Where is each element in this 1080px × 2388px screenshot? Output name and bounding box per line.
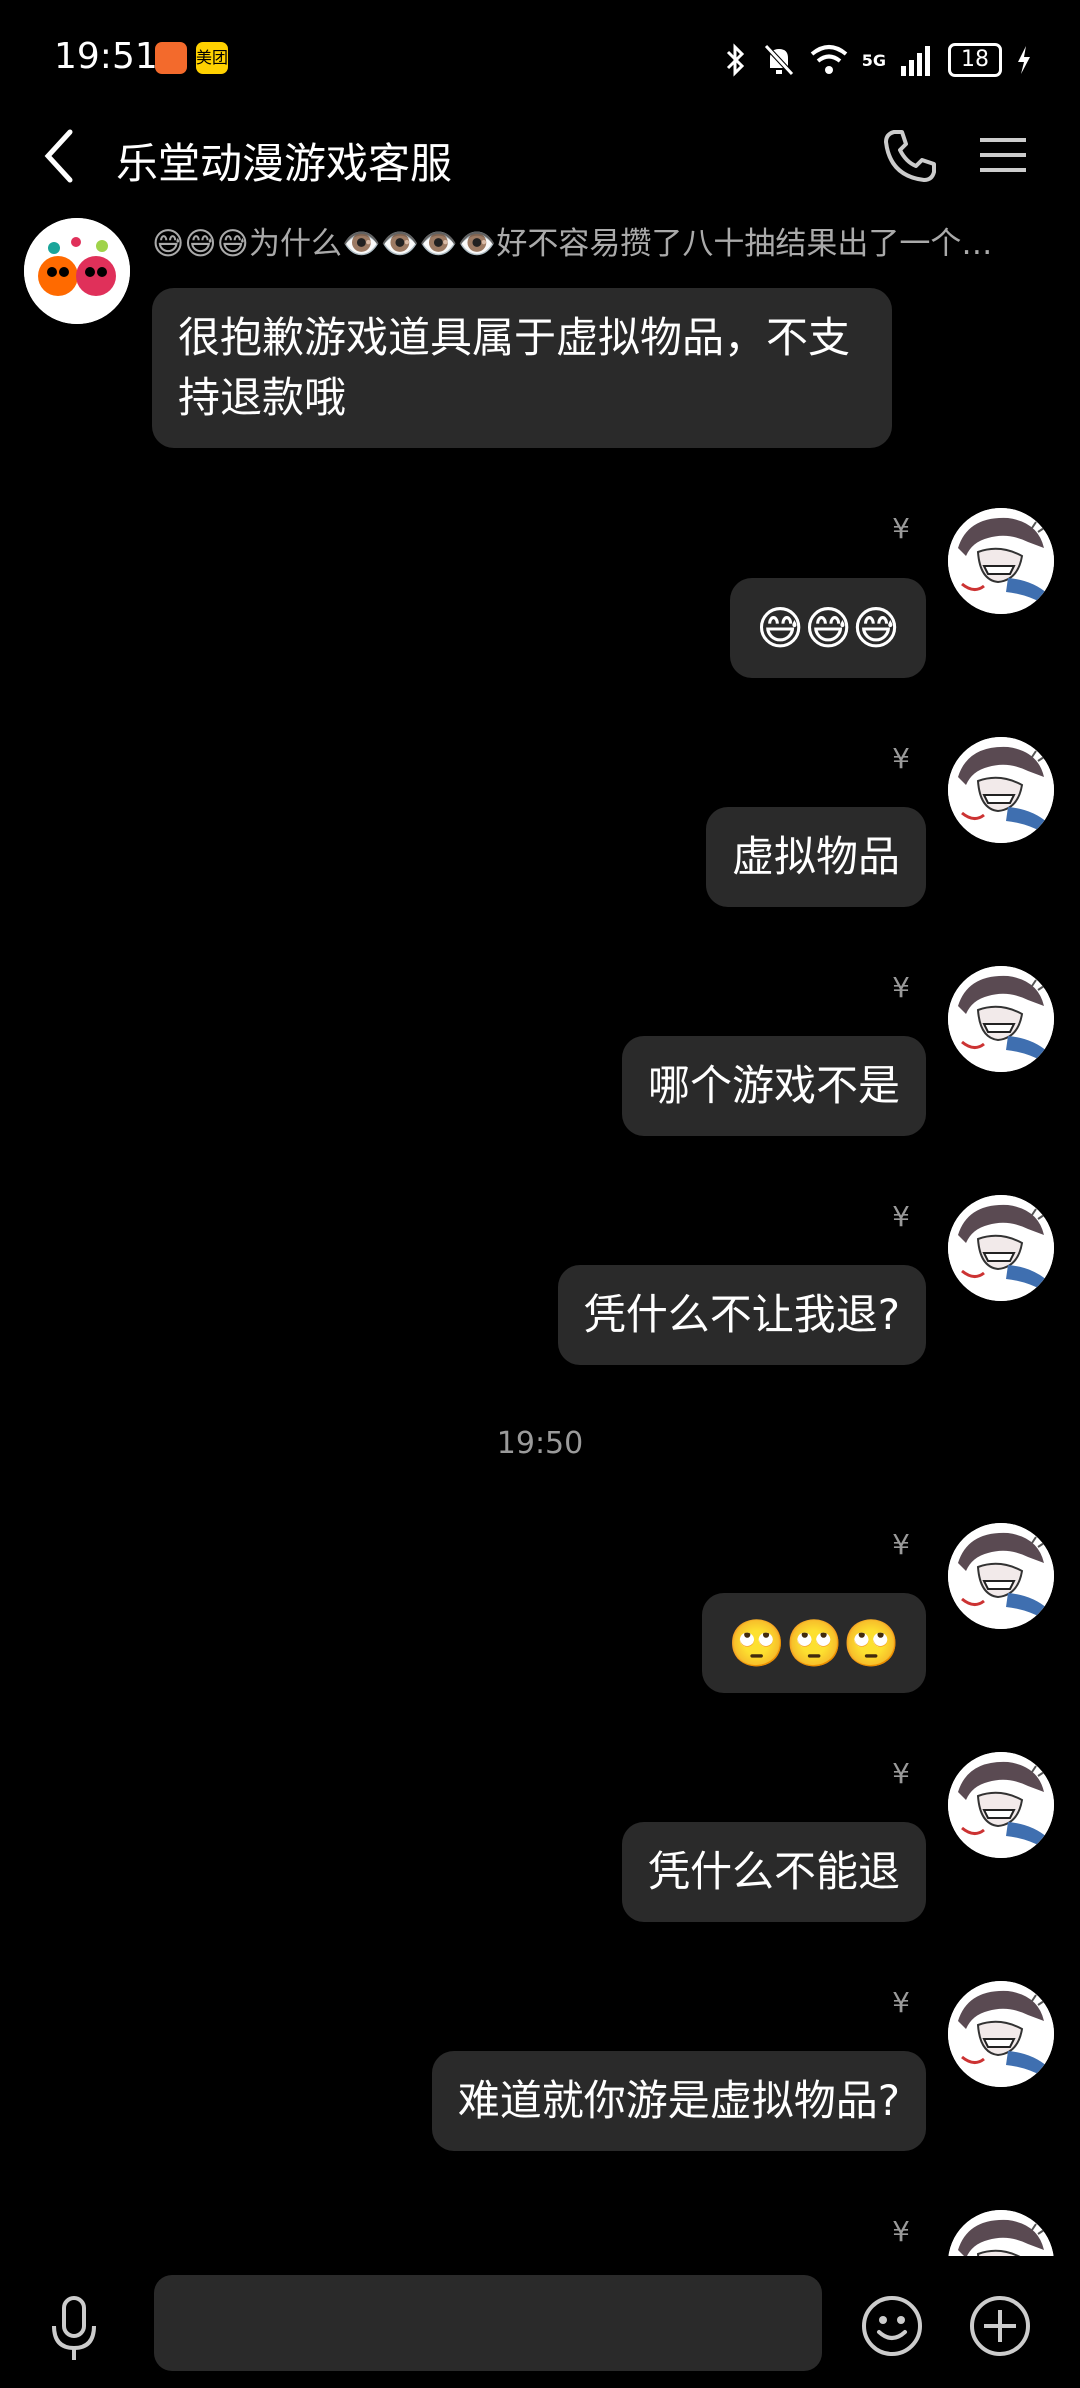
chevron-left-icon[interactable] [38,126,82,186]
user-avatar[interactable] [948,1981,1054,2087]
message-tag: ¥ [892,1528,910,1561]
user-avatar[interactable] [948,737,1054,843]
phone-icon[interactable] [880,126,940,186]
taobao-heart-icon [155,42,187,74]
message-timestamp: 19:50 [496,1426,584,1461]
charging-icon [1018,46,1030,74]
battery-icon: 18 [948,43,1002,77]
hamburger-menu-icon[interactable] [978,130,1028,180]
message-tag: ¥ [892,512,910,545]
message-bubble-outgoing[interactable]: 😅😅😅 [730,578,926,678]
message-bubble-outgoing[interactable]: 凭什么不让我退? [557,1265,926,1365]
message-bubble-incoming[interactable]: 很抱歉游戏道具属于虚拟物品，不支持退款哦 [152,288,892,448]
service-avatar[interactable] [24,218,130,324]
message-bubble-outgoing[interactable]: 🙄🙄🙄 [702,1593,926,1693]
message-tag: ¥ [892,742,910,775]
status-bar: 19:51 美团 5G 18 [0,0,1080,116]
plus-circle-icon[interactable] [968,2294,1032,2358]
status-icons: 5G 18 [724,36,1032,84]
message-tag: ¥ [892,971,910,1004]
bluetooth-icon [726,43,744,77]
message-tag: ¥ [892,2215,910,2248]
message-preview: 😅😅😅为什么👁️👁️👁️👁️好不容易攒了八十抽结果出了一个… [152,226,993,262]
user-avatar[interactable] [948,1752,1054,1858]
user-avatar[interactable] [948,966,1054,1072]
network-label: 5G [861,50,886,70]
message-bubble-outgoing[interactable]: 虚拟物品 [705,807,926,907]
status-time: 19:51 [54,36,158,77]
wifi-icon [810,45,848,74]
user-avatar[interactable] [948,1523,1054,1629]
message-bubble-outgoing[interactable]: 凭什么不能退 [621,1822,926,1922]
user-avatar[interactable] [948,508,1054,614]
battery-level: 18 [961,47,989,72]
user-avatar[interactable] [948,1195,1054,1301]
mute-bell-icon [763,44,794,76]
signal-icon [901,46,930,76]
message-tag: ¥ [892,1757,910,1790]
meituan-icon: 美团 [196,42,228,74]
microphone-icon[interactable] [46,2294,102,2364]
smiley-icon[interactable] [860,2294,924,2358]
message-bubble-outgoing[interactable]: 哪个游戏不是 [621,1036,926,1136]
message-tag: ¥ [892,1200,910,1233]
message-bubble-outgoing[interactable]: 难道就你游是虚拟物品? [431,2051,926,2151]
chat-title: 乐堂动漫游戏客服 [116,139,453,188]
message-tag: ¥ [892,1986,910,2019]
message-input[interactable] [154,2275,822,2371]
